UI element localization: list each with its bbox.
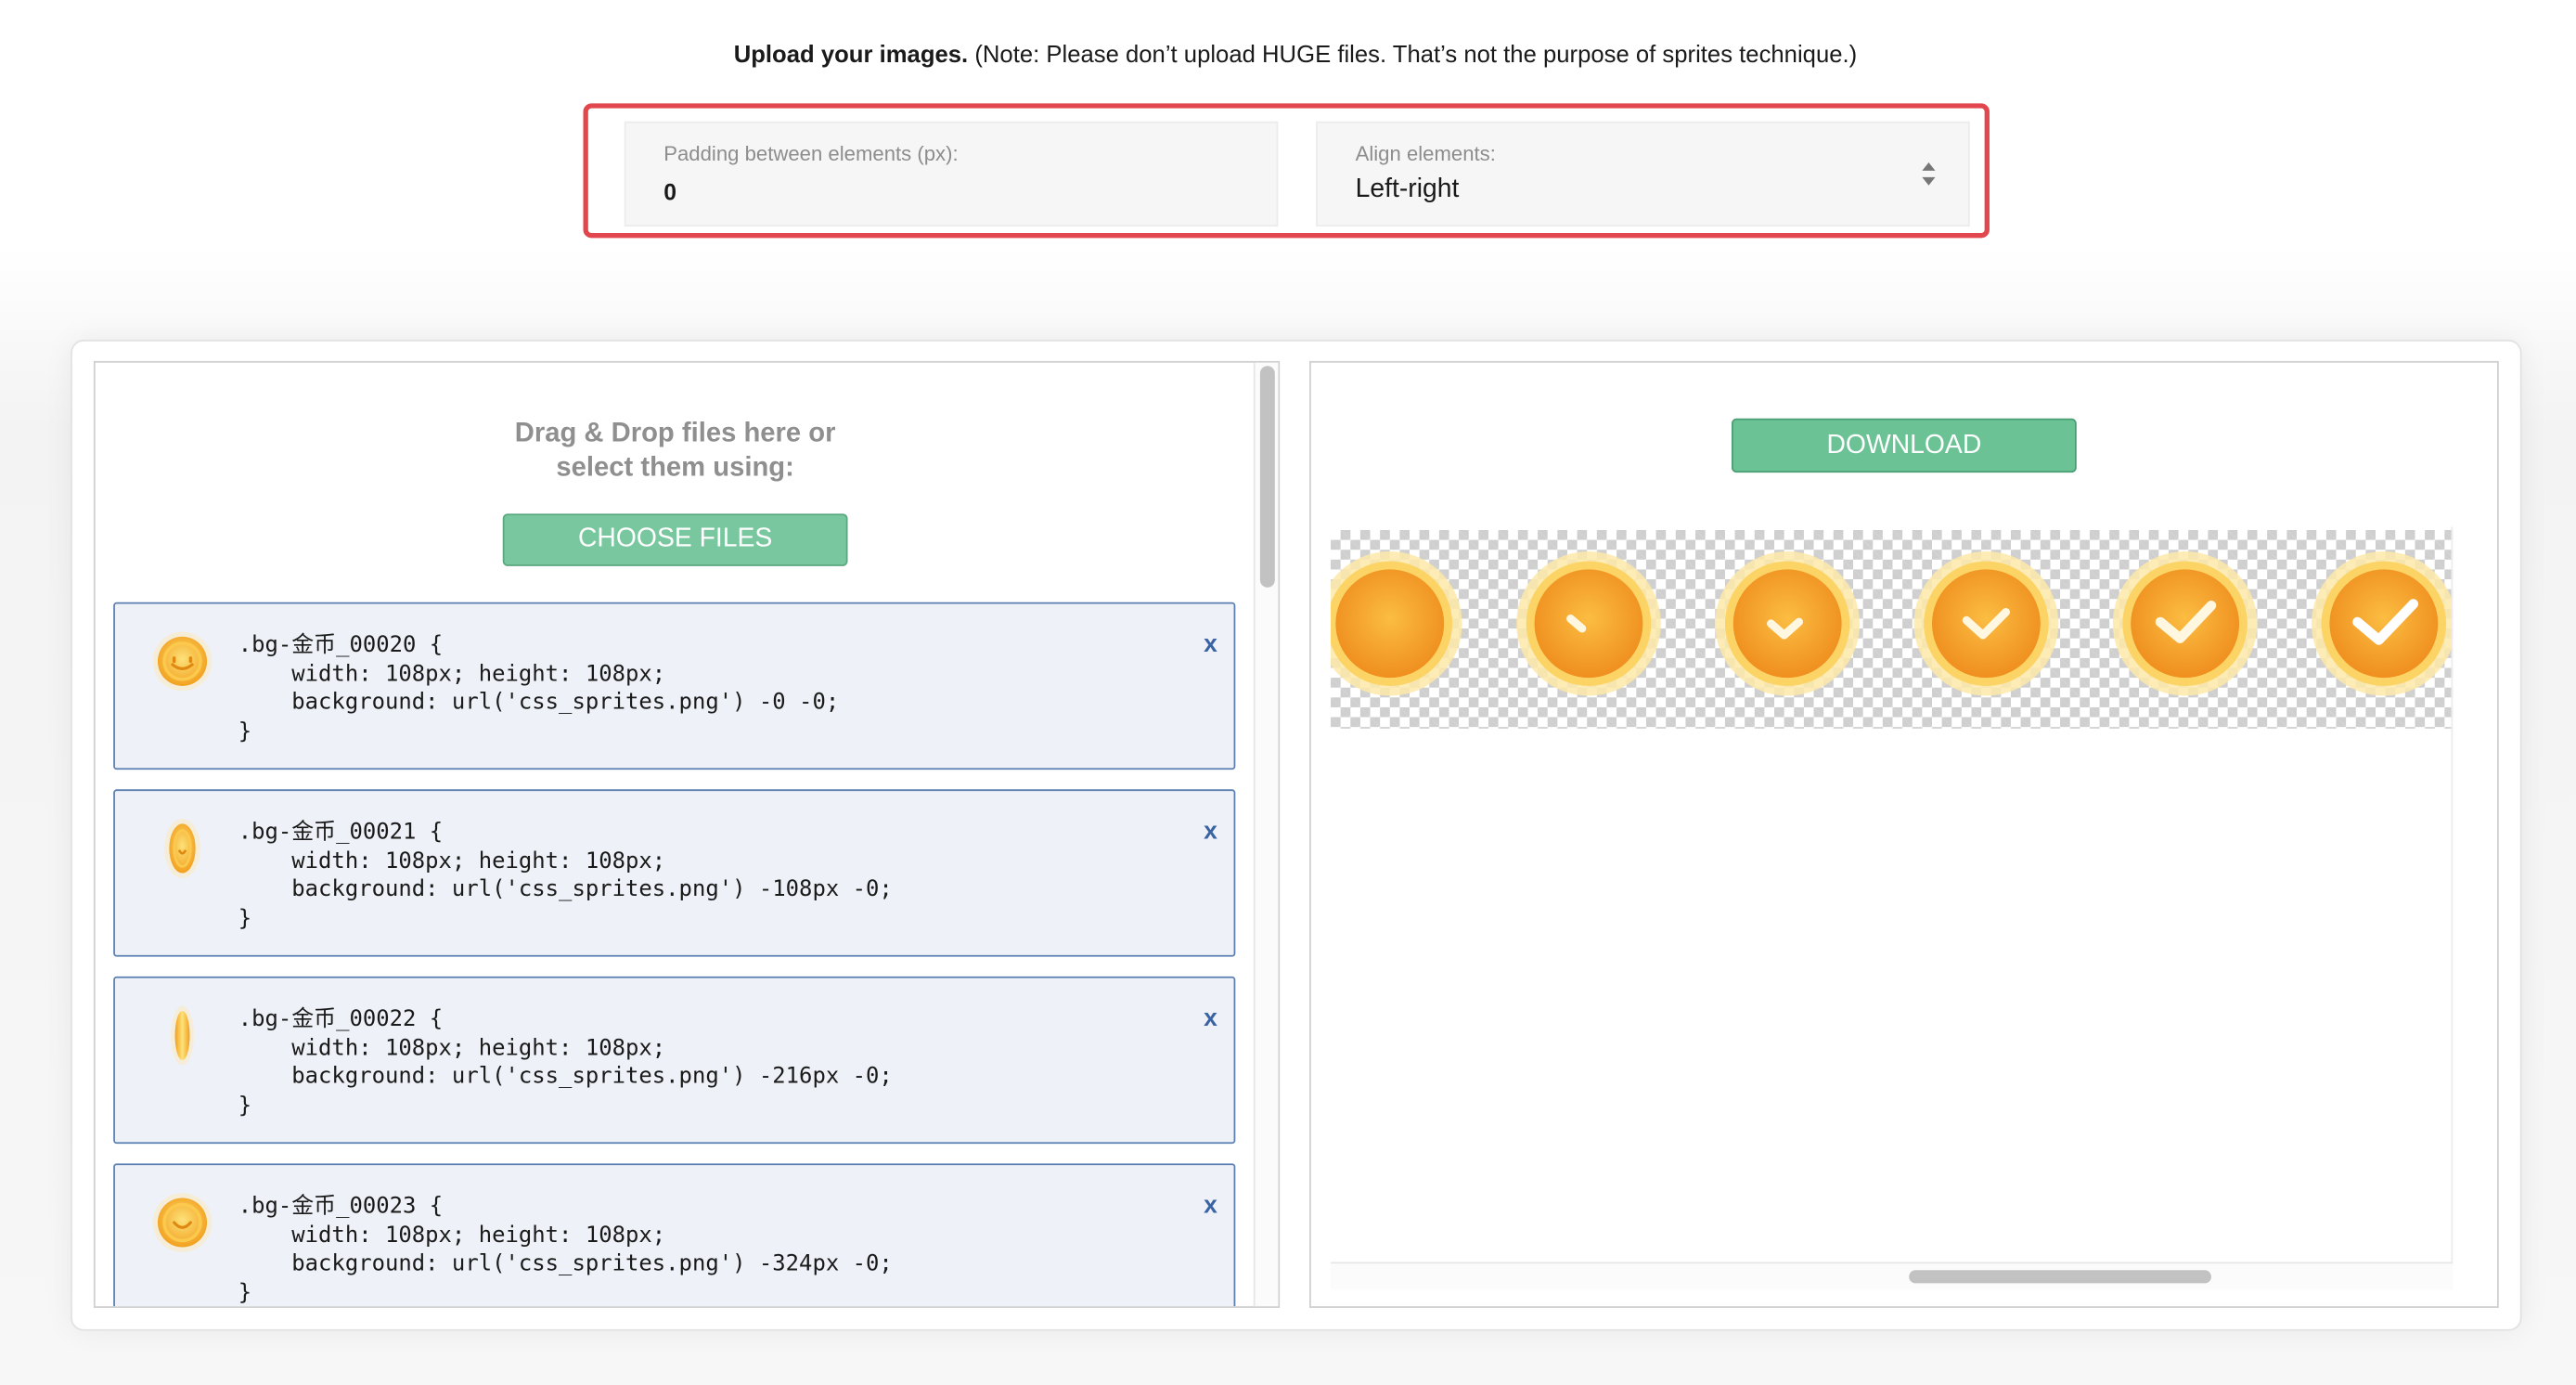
css-background-line: background: url('css_sprites.png') -216p… [238, 1063, 893, 1090]
sprite-frame-coin-plain [1331, 551, 1462, 696]
css-close-brace: } [238, 904, 252, 932]
sprite-sheet-preview [1331, 529, 2454, 729]
css-close-brace: } [238, 1092, 252, 1119]
download-button[interactable]: DOWNLOAD [1732, 418, 2077, 473]
remove-file-button[interactable]: x [1204, 1004, 1217, 1032]
css-selector: .bg-金币_00020 { [238, 631, 444, 658]
options-panel: Padding between elements (px): 0 Align e… [583, 103, 1990, 239]
sprite-frame-check-4 [2112, 550, 2258, 696]
sprite-frame-check-2 [1715, 550, 1861, 696]
css-size-line: width: 108px; height: 108px; [238, 660, 666, 687]
padding-field[interactable]: Padding between elements (px): 0 [624, 121, 1279, 227]
css-selector: .bg-金币_00023 { [238, 1193, 444, 1220]
upload-headline: Upload your images. (Note: Please don’t … [0, 43, 2576, 69]
css-rule-item: .bg-金币_00023 { width: 108px; height: 108… [113, 1163, 1236, 1307]
coin-thumbnail-icon [152, 631, 213, 692]
horizontal-scrollbar-thumb[interactable] [1909, 1270, 2211, 1284]
drop-zone-line-2: select them using: [556, 452, 794, 483]
css-selector: .bg-金币_00021 { [238, 819, 444, 846]
css-size-line: width: 108px; height: 108px; [238, 1034, 666, 1061]
workspace: Drag & Drop files here or select them us… [71, 339, 2522, 1331]
sort-arrows-icon[interactable] [1921, 161, 1938, 187]
headline-bold: Upload your images. [733, 42, 969, 70]
css-rule-code: .bg-金币_00021 { width: 108px; height: 108… [238, 819, 893, 934]
sprite-frame-check-5 [2311, 551, 2454, 696]
padding-input[interactable]: 0 [663, 179, 676, 205]
sprite-frame-check-1 [1516, 550, 1661, 696]
align-value: Left-right [1355, 175, 1460, 204]
sprite-preview-panel: DOWNLOAD [1309, 360, 2499, 1308]
vertical-scrollbar-thumb[interactable] [1259, 366, 1275, 588]
coin-thumbnail-icon [164, 819, 200, 878]
remove-file-button[interactable]: x [1204, 630, 1217, 658]
page: Upload your images. (Note: Please don’t … [0, 0, 2576, 1385]
css-rule-item: .bg-金币_00022 { width: 108px; height: 108… [113, 976, 1236, 1145]
remove-file-button[interactable]: x [1204, 817, 1217, 845]
drop-zone-message: Drag & Drop files here or select them us… [96, 417, 1256, 485]
css-background-line: background: url('css_sprites.png') -108p… [238, 876, 893, 903]
align-label: Align elements: [1355, 142, 1496, 166]
css-rule-code: .bg-金币_00022 { width: 108px; height: 108… [238, 1006, 893, 1121]
css-rule-list: .bg-金币_00020 { width: 108px; height: 108… [113, 602, 1236, 1307]
align-select[interactable]: Align elements: Left-right [1316, 121, 1970, 227]
css-rule-item: .bg-金币_00020 { width: 108px; height: 108… [113, 602, 1236, 770]
css-selector: .bg-金币_00022 { [238, 1005, 444, 1032]
css-close-brace: } [238, 1279, 252, 1306]
css-rule-code: .bg-金币_00023 { width: 108px; height: 108… [238, 1193, 893, 1306]
drop-zone-line-1: Drag & Drop files here or [514, 418, 836, 448]
coin-thumbnail-icon [152, 1193, 213, 1252]
css-size-line: width: 108px; height: 108px; [238, 1222, 666, 1249]
coin-thumbnail-icon [171, 1005, 194, 1066]
sprite-frame-check-3 [1913, 550, 2059, 696]
css-background-line: background: url('css_sprites.png') -324p… [238, 1250, 893, 1277]
css-background-line: background: url('css_sprites.png') -0 -0… [238, 689, 840, 716]
css-rule-code: .bg-金币_00020 { width: 108px; height: 108… [238, 632, 840, 747]
file-list-panel: Drag & Drop files here or select them us… [93, 360, 1281, 1308]
css-size-line: width: 108px; height: 108px; [238, 848, 666, 874]
choose-files-button[interactable]: CHOOSE FILES [502, 513, 848, 566]
remove-file-button[interactable]: x [1204, 1191, 1217, 1219]
padding-label: Padding between elements (px): [663, 142, 959, 166]
headline-note: (Note: Please don’t upload HUGE files. T… [968, 42, 1858, 70]
css-rule-item: .bg-金币_00021 { width: 108px; height: 108… [113, 789, 1236, 957]
css-close-brace: } [238, 718, 252, 744]
horizontal-scroll-track[interactable] [1331, 1262, 2454, 1290]
preview-border [2451, 526, 2454, 1265]
